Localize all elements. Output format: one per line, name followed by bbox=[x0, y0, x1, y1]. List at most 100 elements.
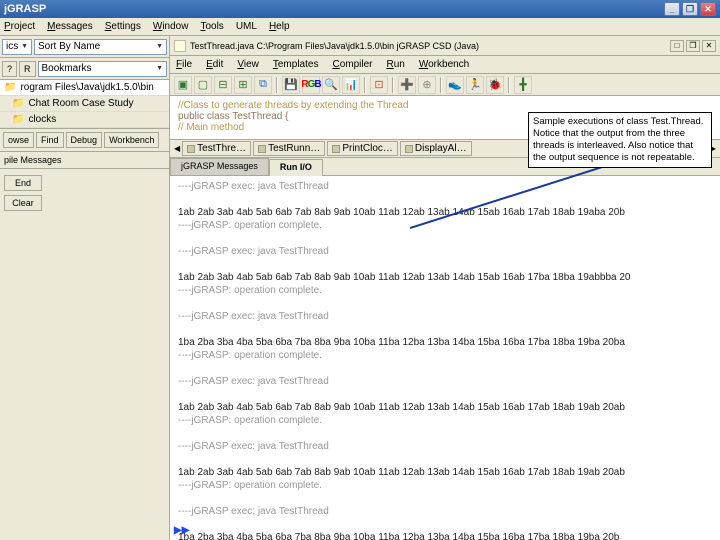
annotation-callout: Sample executions of class Test.Thread. … bbox=[528, 112, 712, 168]
console-line: ----jGRASP exec: java TestThread bbox=[178, 505, 712, 518]
menu-window[interactable]: Window bbox=[153, 21, 189, 32]
console-line bbox=[178, 362, 712, 375]
emenu-compiler[interactable]: Compiler bbox=[332, 59, 372, 70]
file-tab[interactable]: TestRunn… bbox=[253, 141, 325, 156]
code-line: //Class to generate threads by extending… bbox=[178, 100, 712, 111]
fold-icon[interactable]: ⊟ bbox=[214, 76, 232, 94]
tree-item[interactable]: 📁Chat Room Case Study bbox=[0, 96, 169, 112]
emenu-view[interactable]: View bbox=[237, 59, 259, 70]
console-line: 1ab 2ab 3ab 4ab 5ab 6ab 7ab 8ab 9ab 10ab… bbox=[178, 401, 712, 414]
file-icon bbox=[332, 145, 340, 153]
file-icon bbox=[258, 145, 266, 153]
run-args-icon[interactable]: 🏃 bbox=[466, 76, 484, 94]
console-line: ----jGRASP exec: java TestThread bbox=[178, 440, 712, 453]
console-line bbox=[178, 453, 712, 466]
syntax-color-icon[interactable]: RGB bbox=[302, 76, 320, 94]
chart-icon[interactable]: 📊 bbox=[342, 76, 360, 94]
editor-restore-icon[interactable]: ❐ bbox=[686, 40, 700, 52]
maximize-button[interactable]: ❐ bbox=[682, 2, 698, 16]
left-panel: ics▼ Sort By Name▼ ? R Bookmarks▼ 📁rogra… bbox=[0, 36, 170, 540]
console-line bbox=[178, 492, 712, 505]
editor-menubar: File Edit View Templates Compiler Run Wo… bbox=[170, 56, 720, 74]
file-icon bbox=[174, 40, 186, 52]
app-title: jGRASP bbox=[4, 3, 46, 15]
file-tab[interactable]: DisplayAl… bbox=[400, 141, 472, 156]
console-line: 1ba 2ba 3ba 4ba 5ba 6ba 7ba 8ba 9ba 10ba… bbox=[178, 531, 712, 540]
console-line: 1ab 2ab 3ab 4ab 5ab 6ab 7ab 8ab 9ab 10ab… bbox=[178, 206, 712, 219]
debug-icon[interactable]: 🐞 bbox=[486, 76, 504, 94]
main-menubar: Project Messages Settings Window Tools U… bbox=[0, 18, 720, 36]
workbench-tab[interactable]: Workbench bbox=[104, 132, 159, 148]
debug-tab[interactable]: Debug bbox=[66, 132, 103, 148]
console-line bbox=[178, 518, 712, 531]
scope-dropdown[interactable]: ics▼ bbox=[2, 39, 32, 55]
unfold-icon[interactable]: ⊞ bbox=[234, 76, 252, 94]
console-line bbox=[178, 388, 712, 401]
tab-jgrasp-messages[interactable]: jGRASP Messages bbox=[170, 158, 269, 175]
prompt-icon: ▶▶ bbox=[174, 525, 189, 536]
console-line bbox=[178, 323, 712, 336]
emenu-run[interactable]: Run bbox=[386, 59, 404, 70]
console-line bbox=[178, 427, 712, 440]
console-line bbox=[178, 232, 712, 245]
file-tab[interactable]: TestThre… bbox=[182, 141, 251, 156]
console-line bbox=[178, 258, 712, 271]
emenu-templates[interactable]: Templates bbox=[273, 59, 319, 70]
console-line: ----jGRASP: operation complete. bbox=[178, 349, 712, 362]
emenu-workbench[interactable]: Workbench bbox=[419, 59, 469, 70]
file-icon bbox=[405, 145, 413, 153]
console-line bbox=[178, 193, 712, 206]
save-icon[interactable]: 💾 bbox=[282, 76, 300, 94]
editor-close-icon[interactable]: ✕ bbox=[702, 40, 716, 52]
remove-csd-icon[interactable]: ▢ bbox=[194, 76, 212, 94]
menu-uml[interactable]: UML bbox=[236, 21, 257, 32]
window-buttons: _ ❐ ✕ bbox=[664, 2, 716, 16]
console-line: ----jGRASP exec: java TestThread bbox=[178, 375, 712, 388]
close-button[interactable]: ✕ bbox=[700, 2, 716, 16]
emenu-edit[interactable]: Edit bbox=[206, 59, 223, 70]
menu-tools[interactable]: Tools bbox=[200, 21, 223, 32]
browse-icon[interactable]: 🔍 bbox=[322, 76, 340, 94]
editor-panel: TestThread.java C:\Program Files\Java\jd… bbox=[170, 36, 720, 540]
console-output[interactable]: ----jGRASP exec: java TestThread 1ab 2ab… bbox=[170, 176, 720, 540]
editor-toolbar: ▣ ▢ ⊟ ⊞ ⧉ 💾 RGB 🔍 📊 ⊡ ➕ ⊕ 👟 🏃 🐞 ╋ bbox=[170, 74, 720, 96]
menu-help[interactable]: Help bbox=[269, 21, 290, 32]
menu-settings[interactable]: Settings bbox=[105, 21, 141, 32]
current-path[interactable]: 📁rogram Files\Java\jdk1.5.0\bin bbox=[0, 80, 169, 96]
add-icon[interactable]: ╋ bbox=[514, 76, 532, 94]
console-line: ----jGRASP exec: java TestThread bbox=[178, 180, 712, 193]
compile-icon[interactable]: ➕ bbox=[398, 76, 416, 94]
console-line: 1ab 2ab 3ab 4ab 5ab 6ab 7ab 8ab 9ab 10ab… bbox=[178, 466, 712, 479]
sort-dropdown[interactable]: Sort By Name▼ bbox=[34, 39, 167, 55]
editor-minimize-icon[interactable]: □ bbox=[670, 40, 684, 52]
clear-button[interactable]: Clear bbox=[4, 195, 42, 211]
titlebar: jGRASP _ ❐ ✕ bbox=[0, 0, 720, 18]
compile-all-icon[interactable]: ⊕ bbox=[418, 76, 436, 94]
browse-tab[interactable]: owse bbox=[3, 132, 34, 148]
uml-icon[interactable]: ⊡ bbox=[370, 76, 388, 94]
run-icon[interactable]: 👟 bbox=[446, 76, 464, 94]
console-line: ----jGRASP: operation complete. bbox=[178, 219, 712, 232]
end-button[interactable]: End bbox=[4, 175, 42, 191]
refresh-button[interactable]: R bbox=[19, 61, 36, 77]
console-line: ----jGRASP: operation complete. bbox=[178, 479, 712, 492]
file-tab[interactable]: PrintCloc… bbox=[327, 141, 398, 156]
minimize-button[interactable]: _ bbox=[664, 2, 680, 16]
tab-run-io[interactable]: Run I/O bbox=[269, 159, 323, 176]
csd-icon[interactable]: ▣ bbox=[174, 76, 192, 94]
menu-project[interactable]: Project bbox=[4, 21, 35, 32]
messages-section-label: pile Messages bbox=[0, 152, 169, 169]
emenu-file[interactable]: File bbox=[176, 59, 192, 70]
tab-scroll-left-icon[interactable]: ◀ bbox=[174, 144, 180, 153]
number-icon[interactable]: ⧉ bbox=[254, 76, 272, 94]
console-line: ----jGRASP exec: java TestThread bbox=[178, 245, 712, 258]
file-icon bbox=[187, 145, 195, 153]
help-button[interactable]: ? bbox=[2, 61, 17, 77]
bookmarks-dropdown[interactable]: Bookmarks▼ bbox=[38, 61, 167, 77]
tree-item[interactable]: 📁clocks bbox=[0, 112, 169, 128]
console-line: ----jGRASP: operation complete. bbox=[178, 284, 712, 297]
find-tab[interactable]: Find bbox=[36, 132, 64, 148]
console-line: ----jGRASP: operation complete. bbox=[178, 414, 712, 427]
menu-messages[interactable]: Messages bbox=[47, 21, 93, 32]
editor-tab-path: TestThread.java C:\Program Files\Java\jd… bbox=[190, 41, 666, 51]
